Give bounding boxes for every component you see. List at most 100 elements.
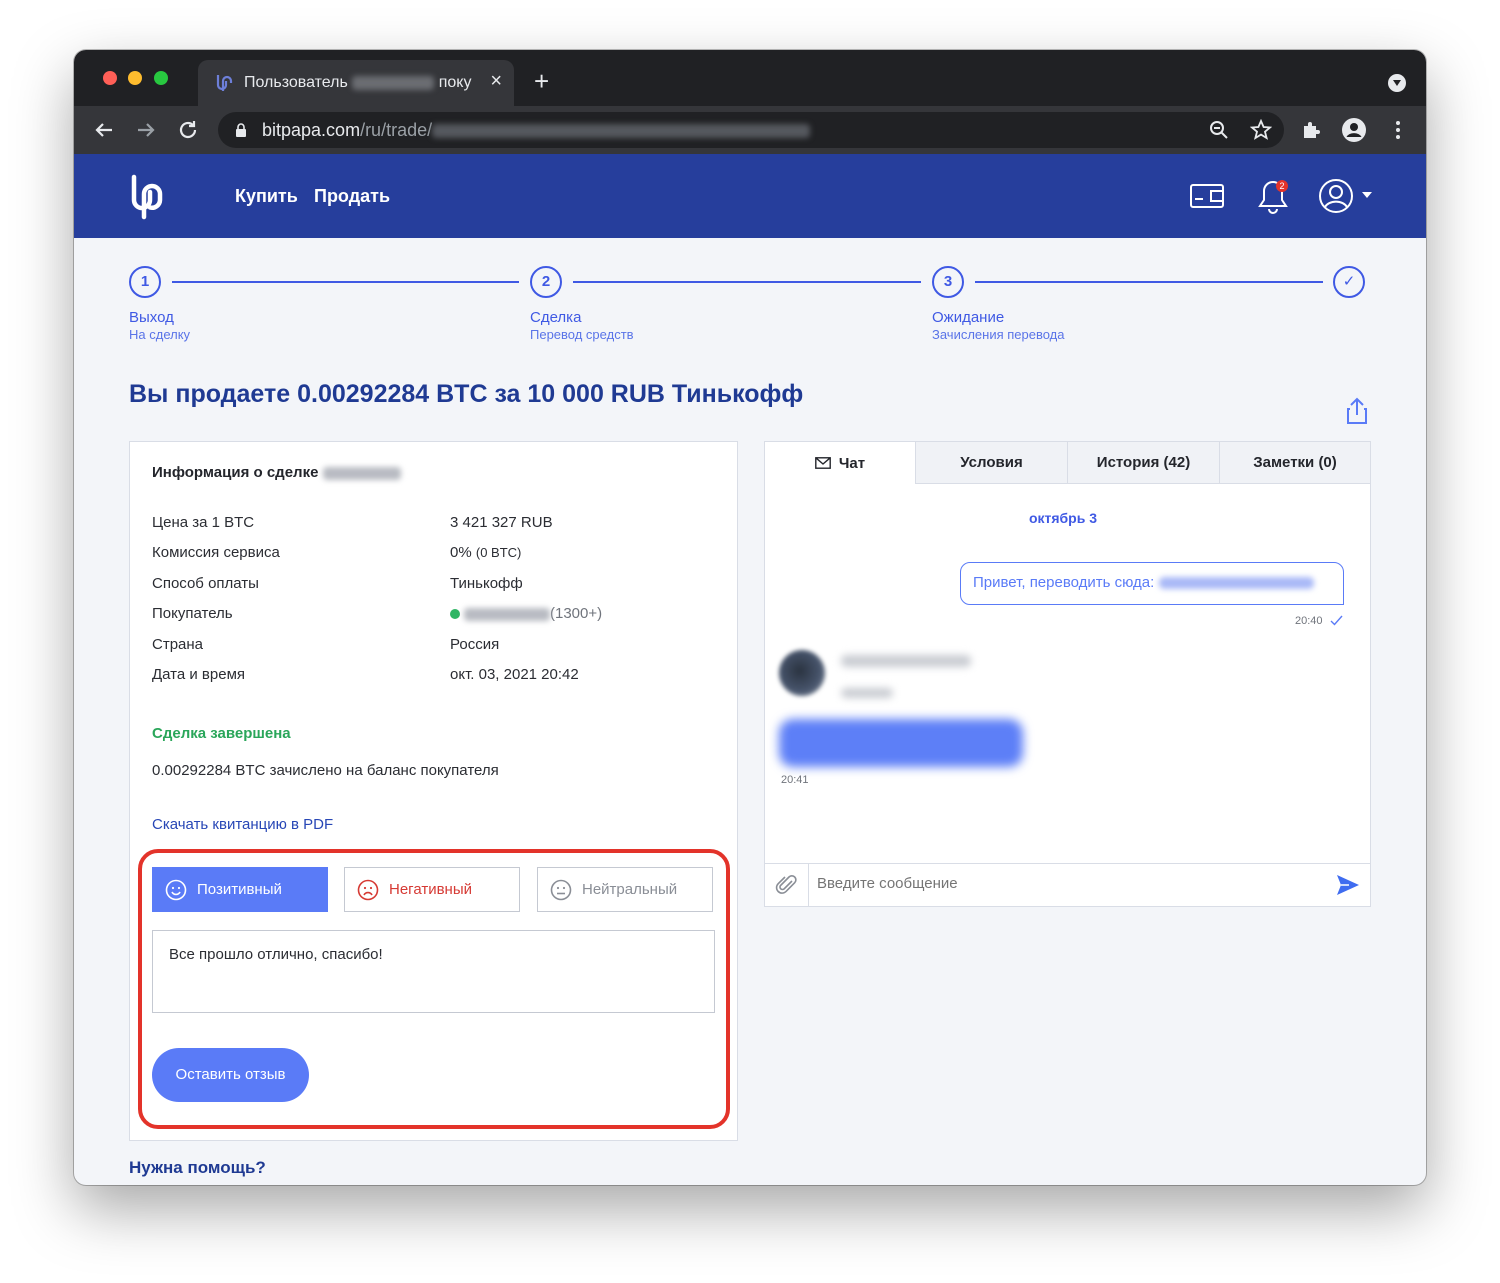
chat-card: Чат Условия История (42) Заметки (0) окт… (764, 441, 1371, 907)
redacted-buyer-status (841, 688, 893, 698)
close-window-button[interactable] (103, 71, 117, 85)
neutral-face-icon (550, 879, 572, 900)
buyer-rating: (1300+) (550, 605, 603, 622)
smile-icon (165, 879, 187, 900)
step-connector (573, 281, 921, 283)
chevron-down-icon[interactable] (1362, 192, 1372, 198)
forward-icon[interactable] (132, 116, 160, 144)
chat-input-bar (765, 863, 1370, 907)
tab-title-suffix: поку (438, 74, 472, 91)
online-status-dot (450, 609, 460, 620)
share-icon[interactable] (1346, 397, 1368, 425)
rating-negative-label: Негативный (389, 881, 472, 898)
step-1-title: Выход (129, 309, 174, 326)
notifications-bell-icon[interactable]: 2 (1257, 178, 1291, 214)
redacted-card-number (1158, 577, 1314, 590)
step-3-title: Ожидание (932, 309, 1005, 326)
commission-btc: (0 BTC) (475, 545, 522, 560)
deal-info-heading-text: Информация о сделке (152, 464, 319, 481)
delivered-check-icon (1330, 615, 1343, 626)
bitpapa-logo[interactable] (128, 174, 168, 220)
step-2-title: Сделка (530, 309, 582, 326)
price-value: 3 421 327 RUB (450, 514, 553, 531)
tab-chat[interactable]: Чат (765, 442, 915, 484)
step-1-subtitle: На сделку (129, 327, 191, 342)
chat-date-separator: октябрь 3 (1028, 510, 1098, 526)
notification-count: 2 (1279, 181, 1284, 191)
back-icon[interactable] (90, 116, 118, 144)
browser-menu-icon[interactable] (1386, 118, 1410, 142)
buyer-label: Покупатель (152, 605, 233, 622)
review-textarea[interactable]: Все прошло отлично, спасибо! (152, 930, 715, 1013)
buyer-value[interactable]: (1300+) (450, 605, 602, 622)
country-value: Россия (450, 636, 500, 653)
commission-label: Комиссия сервиса (152, 544, 280, 561)
browser-window: Пользователь поку × + bitpapa.com/ru/tra… (74, 50, 1426, 1185)
step-connector (975, 281, 1323, 283)
step-2-subtitle: Перевод средств (530, 327, 634, 342)
tab-title-prefix: Пользователь (244, 74, 348, 91)
lock-icon (236, 123, 246, 137)
outgoing-message-time: 20:40 (1295, 615, 1323, 627)
tab-close-icon[interactable]: × (490, 70, 502, 93)
chat-message-input[interactable] (817, 875, 1317, 892)
nav-sell-link[interactable]: Продать (314, 186, 390, 207)
step-3-subtitle: Зачисления перевода (932, 327, 1065, 342)
tab-bar: Пользователь поку × + (74, 50, 1426, 106)
url-path: /ru/trade/ (360, 120, 433, 140)
url-text: bitpapa.com/ru/trade/ (262, 120, 811, 141)
nav-buy-link[interactable]: Купить (235, 186, 298, 207)
envelope-icon (814, 457, 831, 469)
wallet-icon[interactable] (1189, 181, 1225, 211)
deal-status-text: 0.00292284 BTC зачислено на баланс покуп… (152, 762, 499, 779)
commission-percent: 0% (450, 544, 472, 561)
bookmark-star-icon[interactable] (1250, 119, 1272, 141)
step-complete-check-icon: ✓ (1333, 266, 1365, 298)
extensions-icon[interactable] (1300, 118, 1324, 142)
payment-method-value: Тинькофф (450, 575, 523, 592)
redacted-trade-id (432, 124, 811, 139)
frown-icon (357, 879, 379, 900)
tab-search-icon[interactable] (1388, 74, 1406, 92)
datetime-label: Дата и время (152, 666, 246, 683)
url-domain: bitpapa.com (262, 120, 361, 140)
paperclip-icon[interactable] (775, 873, 799, 897)
send-icon[interactable] (1336, 874, 1360, 896)
maximize-window-button[interactable] (154, 71, 168, 85)
redacted-username (352, 75, 435, 90)
tab-history[interactable]: История (42) (1067, 442, 1219, 484)
zoom-icon[interactable] (1208, 119, 1230, 141)
incoming-message (779, 719, 1023, 767)
rating-neutral-button[interactable]: Нейтральный (537, 867, 713, 912)
browser-toolbar: bitpapa.com/ru/trade/ (74, 106, 1426, 154)
datetime-value: окт. 03, 2021 20:42 (450, 666, 579, 683)
rating-positive-button[interactable]: Позитивный (152, 867, 328, 912)
download-pdf-link[interactable]: Скачать квитанцию в PDF (152, 816, 333, 833)
tab-conditions[interactable]: Условия (915, 442, 1067, 484)
rating-negative-button[interactable]: Негативный (344, 867, 520, 912)
tab-chat-label: Чат (838, 454, 866, 472)
redacted-buyer-name (841, 655, 971, 667)
help-link[interactable]: Нужна помощь? (129, 1158, 266, 1178)
page-title: Вы продаете 0.00292284 BTC за 10 000 RUB… (129, 380, 804, 408)
site-header: Купить Продать 2 (74, 154, 1426, 238)
step-2-circle: 2 (530, 266, 562, 298)
user-avatar-icon[interactable] (1318, 178, 1354, 214)
payment-method-label: Способ оплаты (152, 575, 259, 592)
browser-tab[interactable]: Пользователь поку × (198, 60, 514, 106)
commission-value: 0% (0 BTC) (450, 544, 521, 561)
reload-icon[interactable] (174, 116, 202, 144)
profile-icon[interactable] (1342, 118, 1366, 142)
minimize-window-button[interactable] (128, 71, 142, 85)
redacted-buyer-name (464, 607, 550, 621)
tab-title: Пользователь поку (244, 74, 471, 92)
redacted-deal-id (322, 466, 401, 480)
submit-review-button[interactable]: Оставить отзыв (152, 1048, 309, 1102)
outgoing-message-text: Привет, переводить сюда: (973, 574, 1155, 591)
address-bar[interactable]: bitpapa.com/ru/trade/ (218, 112, 1284, 148)
new-tab-button[interactable]: + (534, 68, 549, 94)
bitpapa-favicon-icon (216, 75, 233, 91)
deal-status-title: Сделка завершена (152, 725, 291, 742)
step-1-circle: 1 (129, 266, 161, 298)
tab-notes[interactable]: Заметки (0) (1219, 442, 1370, 484)
